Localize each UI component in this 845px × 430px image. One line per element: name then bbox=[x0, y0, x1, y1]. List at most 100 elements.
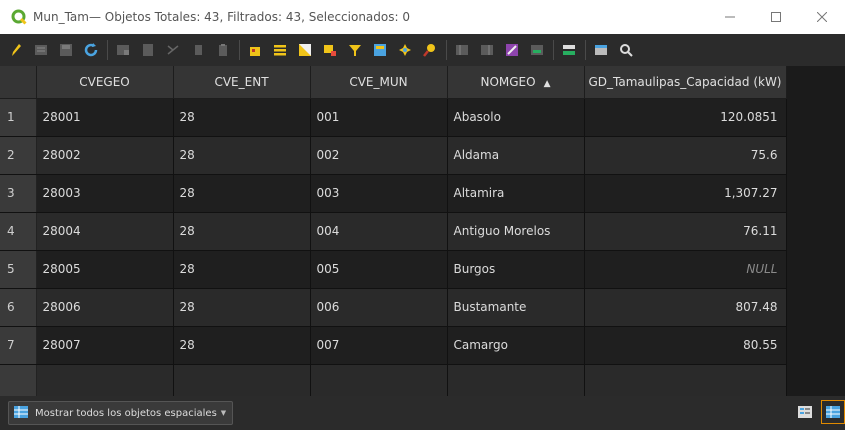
row-number[interactable]: 1 bbox=[0, 98, 37, 137]
row-number[interactable]: 3 bbox=[0, 174, 37, 213]
actions-icon[interactable] bbox=[590, 39, 612, 61]
select-all-icon[interactable] bbox=[269, 39, 291, 61]
cell-cve-ent[interactable]: 28 bbox=[173, 212, 311, 251]
table-icon bbox=[13, 404, 29, 423]
table-view-icon bbox=[826, 406, 840, 418]
cut-icon[interactable] bbox=[162, 39, 184, 61]
table-corner-button[interactable] bbox=[0, 66, 37, 99]
save-edits-icon[interactable] bbox=[55, 39, 77, 61]
pan-to-selection-icon[interactable] bbox=[394, 39, 416, 61]
row-number[interactable]: 4 bbox=[0, 212, 37, 251]
cell-cvegeo[interactable]: 28006 bbox=[36, 288, 174, 327]
delete-field-icon[interactable] bbox=[476, 39, 498, 61]
cell-nomgeo[interactable]: Altamira bbox=[447, 174, 585, 213]
row-number[interactable]: 6 bbox=[0, 288, 37, 327]
cell-cvegeo[interactable] bbox=[36, 364, 174, 396]
multi-edit-icon[interactable] bbox=[30, 39, 52, 61]
cell-capacidad[interactable]: 75.6 bbox=[584, 136, 787, 175]
cell-capacidad[interactable]: 76.11 bbox=[584, 212, 787, 251]
bottom-toolbar: Mostrar todos los objetos espaciales ▼ bbox=[0, 396, 845, 430]
close-button[interactable] bbox=[799, 0, 845, 34]
minimize-button[interactable] bbox=[707, 0, 753, 34]
cell-cve-ent[interactable]: 28 bbox=[173, 98, 311, 137]
zoom-icon[interactable] bbox=[615, 39, 637, 61]
close-icon bbox=[817, 12, 827, 22]
cell-cvegeo[interactable]: 28002 bbox=[36, 136, 174, 175]
cell-nomgeo[interactable]: Camargo bbox=[447, 326, 585, 365]
deselect-all-icon[interactable] bbox=[319, 39, 341, 61]
table-row[interactable]: 2 28002 28 002 Aldama 75.6 bbox=[0, 136, 787, 175]
new-field-icon[interactable] bbox=[451, 39, 473, 61]
cell-capacidad[interactable] bbox=[584, 364, 787, 396]
maximize-icon bbox=[771, 12, 781, 22]
cell-cve-ent[interactable]: 28 bbox=[173, 174, 311, 213]
cell-cve-mun[interactable]: 007 bbox=[310, 326, 448, 365]
cell-cve-ent[interactable]: 28 bbox=[173, 136, 311, 175]
table-row-partial[interactable] bbox=[0, 364, 787, 396]
cell-cve-ent[interactable]: 28 bbox=[173, 326, 311, 365]
copy-icon[interactable] bbox=[187, 39, 209, 61]
paste-icon[interactable] bbox=[212, 39, 234, 61]
form-view-button[interactable] bbox=[793, 400, 817, 424]
conditional-format-icon[interactable] bbox=[526, 39, 548, 61]
cell-cve-mun[interactable]: 001 bbox=[310, 98, 448, 137]
invert-selection-icon[interactable] bbox=[294, 39, 316, 61]
maximize-button[interactable] bbox=[753, 0, 799, 34]
cell-cvegeo[interactable]: 28003 bbox=[36, 174, 174, 213]
field-calculator-icon[interactable] bbox=[501, 39, 523, 61]
filter-label: Mostrar todos los objetos espaciales bbox=[35, 407, 217, 419]
table-row[interactable]: 6 28006 28 006 Bustamante 807.48 bbox=[0, 288, 787, 327]
cell-capacidad[interactable]: NULL bbox=[584, 250, 787, 289]
delete-feature-icon[interactable] bbox=[137, 39, 159, 61]
row-number[interactable]: 2 bbox=[0, 136, 37, 175]
table-row[interactable]: 1 28001 28 001 Abasolo 120.0851 bbox=[0, 98, 787, 137]
add-feature-icon[interactable] bbox=[112, 39, 134, 61]
cell-capacidad[interactable]: 80.55 bbox=[584, 326, 787, 365]
cell-cvegeo[interactable]: 28001 bbox=[36, 98, 174, 137]
column-header-cve-mun[interactable]: CVE_MUN bbox=[310, 66, 448, 99]
filter-icon[interactable] bbox=[344, 39, 366, 61]
cell-cve-ent[interactable] bbox=[173, 364, 311, 396]
zoom-to-selection-icon[interactable] bbox=[419, 39, 441, 61]
cell-cve-ent[interactable]: 28 bbox=[173, 250, 311, 289]
column-header-cve-ent[interactable]: CVE_ENT bbox=[173, 66, 311, 99]
reload-icon[interactable] bbox=[80, 39, 102, 61]
table-row[interactable]: 5 28005 28 005 Burgos NULL bbox=[0, 250, 787, 289]
row-number[interactable]: 5 bbox=[0, 250, 37, 289]
pencil-icon[interactable] bbox=[5, 39, 27, 61]
table-row[interactable]: 3 28003 28 003 Altamira 1,307.27 bbox=[0, 174, 787, 213]
cell-cve-mun[interactable]: 005 bbox=[310, 250, 448, 289]
dropdown-caret-icon: ▼ bbox=[220, 409, 227, 417]
cell-nomgeo[interactable]: Bustamante bbox=[447, 288, 585, 327]
cell-cve-mun[interactable]: 004 bbox=[310, 212, 448, 251]
cell-cvegeo[interactable]: 28004 bbox=[36, 212, 174, 251]
column-header-nomgeo[interactable]: NOMGEO ▲ bbox=[447, 66, 585, 99]
cell-nomgeo[interactable]: Abasolo bbox=[447, 98, 585, 137]
cell-cve-mun[interactable]: 003 bbox=[310, 174, 448, 213]
cell-cvegeo[interactable]: 28007 bbox=[36, 326, 174, 365]
table-row[interactable]: 4 28004 28 004 Antiguo Morelos 76.11 bbox=[0, 212, 787, 251]
cell-cve-mun[interactable] bbox=[310, 364, 448, 396]
cell-nomgeo[interactable]: Aldama bbox=[447, 136, 585, 175]
cell-nomgeo[interactable]: Antiguo Morelos bbox=[447, 212, 585, 251]
cell-cvegeo[interactable]: 28005 bbox=[36, 250, 174, 289]
move-selection-top-icon[interactable] bbox=[369, 39, 391, 61]
column-header-cvegeo[interactable]: CVEGEO bbox=[36, 66, 174, 99]
cell-nomgeo[interactable] bbox=[447, 364, 585, 396]
cell-capacidad[interactable]: 120.0851 bbox=[584, 98, 787, 137]
row-number[interactable] bbox=[0, 364, 37, 396]
show-all-features-button[interactable]: Mostrar todos los objetos espaciales ▼ bbox=[8, 401, 234, 425]
cell-cve-mun[interactable]: 002 bbox=[310, 136, 448, 175]
cell-cve-mun[interactable]: 006 bbox=[310, 288, 448, 327]
sort-ascending-icon: ▲ bbox=[543, 78, 551, 89]
row-number[interactable]: 7 bbox=[0, 326, 37, 365]
expression-select-icon[interactable] bbox=[244, 39, 266, 61]
dock-icon[interactable] bbox=[558, 39, 580, 61]
cell-cve-ent[interactable]: 28 bbox=[173, 288, 311, 327]
cell-nomgeo[interactable]: Burgos bbox=[447, 250, 585, 289]
cell-capacidad[interactable]: 1,307.27 bbox=[584, 174, 787, 213]
table-view-button[interactable] bbox=[821, 400, 845, 424]
column-header-capacidad[interactable]: GD_Tamaulipas_Capacidad (kW) bbox=[584, 66, 787, 99]
cell-capacidad[interactable]: 807.48 bbox=[584, 288, 787, 327]
table-row[interactable]: 7 28007 28 007 Camargo 80.55 bbox=[0, 326, 787, 365]
